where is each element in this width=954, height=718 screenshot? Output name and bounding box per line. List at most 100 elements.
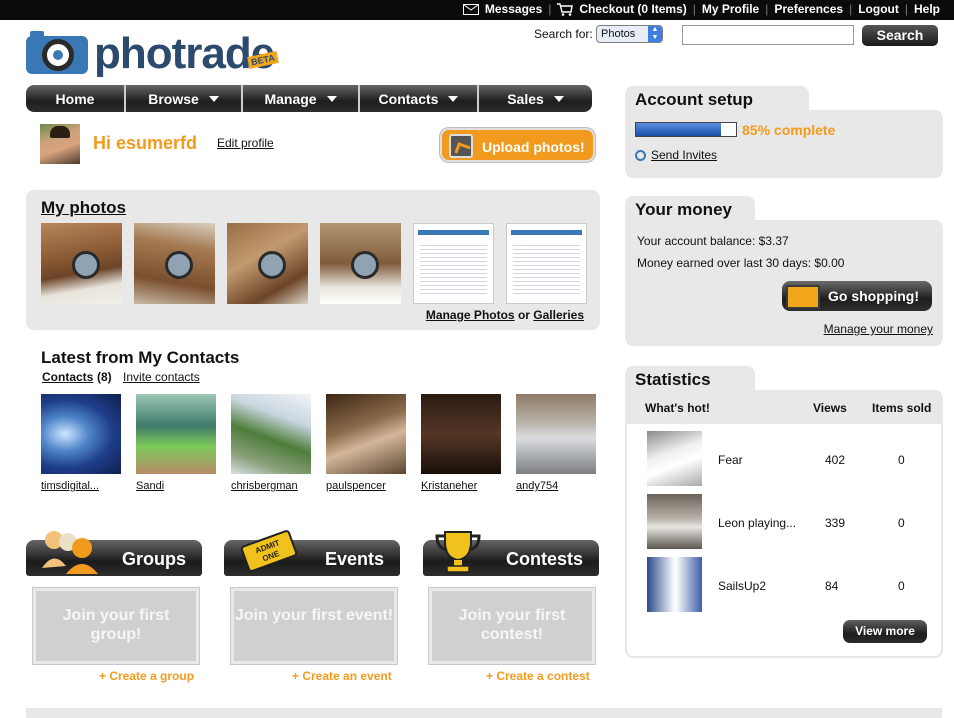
nav-home[interactable]: Home <box>26 85 126 112</box>
photrade-icon <box>635 150 646 161</box>
envelope-icon <box>462 4 479 16</box>
contact-name[interactable]: andy754 <box>516 480 558 492</box>
view-more-button[interactable]: View more <box>843 620 927 643</box>
account-balance: Your account balance: $3.37 <box>637 234 789 248</box>
create-event-link[interactable]: + Create an event <box>292 669 392 683</box>
contact-photo[interactable] <box>326 394 406 474</box>
search-type-select[interactable]: Photos ▲ ▼ <box>596 25 663 43</box>
create-contest-link[interactable]: + Create a contest <box>486 669 590 683</box>
my-photos-title[interactable]: My photos <box>41 198 126 218</box>
contact-photo[interactable] <box>516 394 596 474</box>
stat-items-sold: 0 <box>898 579 905 593</box>
column-whats-hot: What's hot! <box>645 401 710 415</box>
account-setup-panel: 85% complete Send Invites <box>625 110 943 178</box>
upload-photos-button[interactable]: Upload photos! <box>440 128 595 162</box>
photo-thumbnail[interactable] <box>320 223 401 304</box>
stat-views: 339 <box>825 516 846 530</box>
create-group-link[interactable]: + Create a group <box>99 669 194 683</box>
top-links: Messages | Checkout (0 Items) | My Profi… <box>462 2 940 17</box>
stat-photo-thumbnail[interactable] <box>647 557 702 612</box>
separator: | <box>548 2 552 17</box>
stat-items-sold: 0 <box>898 453 905 467</box>
select-arrows-icon: ▲ ▼ <box>648 26 662 42</box>
brand-name: photrade <box>94 29 275 78</box>
contact-name[interactable]: Sandi <box>136 480 164 492</box>
avatar[interactable] <box>40 124 80 164</box>
search-input[interactable] <box>682 25 854 45</box>
stat-items-sold: 0 <box>898 516 905 530</box>
contact-photo[interactable] <box>136 394 216 474</box>
upload-arrow-icon <box>449 134 473 158</box>
camera-icon <box>26 31 88 74</box>
photrade-logo[interactable]: photrade BETA <box>26 29 306 80</box>
bottom-panel-edge <box>26 708 942 718</box>
groups-header[interactable]: Groups <box>26 531 202 576</box>
invite-contacts-link[interactable]: Invite contacts <box>123 370 200 384</box>
photo-thumbnail[interactable] <box>413 223 494 304</box>
trophy-icon <box>435 531 481 573</box>
or-text: or <box>517 308 530 322</box>
events-header[interactable]: ADMIT ONE Events <box>224 530 400 576</box>
edit-profile-link[interactable]: Edit profile <box>217 136 274 150</box>
contact-name[interactable]: paulspencer <box>326 480 386 492</box>
manage-photos-link[interactable]: Manage Photos <box>426 308 515 322</box>
stat-views: 84 <box>825 579 839 593</box>
contact-name[interactable]: chrisbergman <box>231 480 298 492</box>
nav-browse[interactable]: Browse <box>126 85 243 112</box>
stat-photo-name: SailsUp2 <box>718 579 767 593</box>
stat-photo-thumbnail[interactable] <box>647 431 702 486</box>
ticket-icon: ADMITONE <box>240 530 298 572</box>
money-earned: Money earned over last 30 days: $0.00 <box>637 256 845 270</box>
send-invites-link[interactable]: Send Invites <box>635 148 717 162</box>
photo-thumbnail[interactable] <box>227 223 308 304</box>
statistics-panel: What's hot! Views Items sold Fear 402 0 … <box>625 390 943 658</box>
contacts-tab[interactable]: Contacts <box>42 370 93 384</box>
messages-link[interactable]: Messages <box>462 2 542 16</box>
cart-icon <box>557 3 574 17</box>
search-button[interactable]: Search <box>862 25 938 46</box>
photo-thumbnail[interactable] <box>41 223 122 304</box>
photos-footer: Manage Photos or Galleries <box>426 308 584 322</box>
contests-header[interactable]: Contests <box>423 531 599 576</box>
contacts-title: Latest from My Contacts <box>41 348 240 367</box>
manage-money-link[interactable]: Manage your money <box>824 322 933 336</box>
events-empty-box: Join your first event! <box>231 588 397 664</box>
main-nav: Home Browse Manage Contacts Sales <box>26 85 592 112</box>
logout-link[interactable]: Logout <box>858 2 899 16</box>
photo-thumbnail[interactable] <box>134 223 215 304</box>
contact-name[interactable]: Kristaneher <box>421 480 477 492</box>
setup-progress-fill <box>636 123 721 136</box>
checkout-link[interactable]: Checkout (0 Items) <box>557 2 687 17</box>
photo-thumbnail[interactable] <box>506 223 587 304</box>
nav-contacts[interactable]: Contacts <box>360 85 479 112</box>
column-views: Views <box>813 401 847 415</box>
chevron-down-icon <box>326 95 337 102</box>
nav-sales[interactable]: Sales <box>479 85 592 112</box>
separator: | <box>849 2 853 17</box>
stat-photo-name: Fear <box>718 453 743 467</box>
help-link[interactable]: Help <box>914 2 940 16</box>
galleries-link[interactable]: Galleries <box>533 308 584 322</box>
contact-name[interactable]: timsdigital... <box>41 480 99 492</box>
people-icon <box>42 531 98 574</box>
nav-manage[interactable]: Manage <box>243 85 360 112</box>
search-type-value: Photos <box>601 28 636 40</box>
setup-progress-text: 85% complete <box>742 122 836 138</box>
chevron-down-icon <box>208 95 219 102</box>
chevron-down-icon <box>448 95 459 102</box>
separator: | <box>692 2 696 17</box>
contact-photo[interactable] <box>41 394 121 474</box>
contact-photo[interactable] <box>421 394 501 474</box>
go-shopping-button[interactable]: Go shopping! <box>782 281 932 311</box>
your-money-panel: Your account balance: $3.37 Money earned… <box>625 220 943 346</box>
stat-photo-thumbnail[interactable] <box>647 494 702 549</box>
separator: | <box>765 2 769 17</box>
my-profile-link[interactable]: My Profile <box>702 2 759 16</box>
groups-empty-box: Join your first group! <box>33 588 199 664</box>
my-photos-panel: My photos Manage Photos or Galleries <box>26 190 600 330</box>
preferences-link[interactable]: Preferences <box>774 2 843 16</box>
stat-photo-name: Leon playing... <box>718 516 797 530</box>
shopping-cart-icon <box>786 285 820 309</box>
search-label: Search for: <box>534 27 593 41</box>
contact-photo[interactable] <box>231 394 311 474</box>
